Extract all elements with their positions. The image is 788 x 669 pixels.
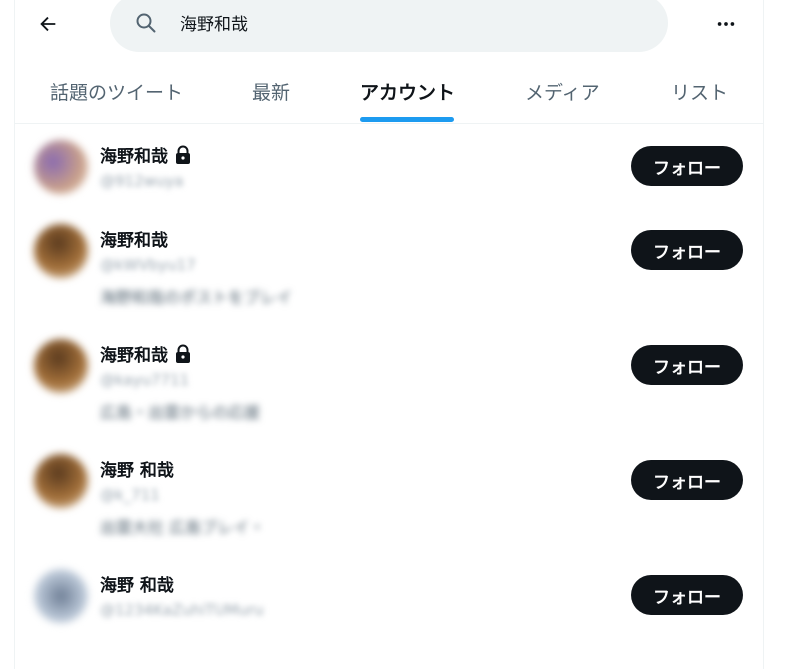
display-name[interactable]: 海野和哉 bbox=[100, 341, 168, 366]
tab-accounts[interactable]: アカウント bbox=[360, 60, 455, 124]
name-line: 海野 和哉 bbox=[100, 456, 174, 481]
user-cell[interactable]: 海野和哉 @kayu7711 広島・出雲からの応援 フォロー bbox=[14, 329, 764, 429]
arrow-left-icon bbox=[40, 16, 56, 32]
avatar[interactable] bbox=[34, 339, 88, 393]
search-input[interactable] bbox=[180, 4, 650, 40]
user-handle: @1234KaZuhiTUMuru bbox=[100, 601, 264, 619]
avatar[interactable] bbox=[34, 454, 88, 508]
display-name[interactable]: 海野和哉 bbox=[100, 142, 168, 167]
back-button[interactable] bbox=[28, 4, 68, 44]
user-cell[interactable]: 海野 和哉 @k_711 出雲大社 広島ブレイ・ フォロー bbox=[14, 444, 764, 544]
tab-latest[interactable]: 最新 bbox=[252, 60, 290, 124]
search-header bbox=[0, 0, 788, 56]
name-line: 海野和哉 bbox=[100, 341, 192, 366]
user-bio: 出雲大社 広島ブレイ・ bbox=[100, 518, 266, 537]
user-bio: 海野和哉のポストをブレイ bbox=[100, 288, 293, 307]
user-handle: @kWVbyu17 bbox=[100, 256, 196, 274]
follow-button[interactable]: フォロー bbox=[631, 460, 743, 500]
display-name[interactable]: 海野 和哉 bbox=[100, 571, 174, 596]
active-tab-indicator bbox=[360, 117, 454, 122]
avatar[interactable] bbox=[34, 569, 88, 623]
tab-top[interactable]: 話題のツイート bbox=[50, 60, 183, 124]
user-handle: @kayu7711 bbox=[100, 371, 190, 389]
name-line: 海野和哉 bbox=[100, 226, 168, 251]
display-name[interactable]: 海野 和哉 bbox=[100, 456, 174, 481]
tab-lists[interactable]: リスト bbox=[671, 60, 728, 124]
search-icon bbox=[136, 13, 156, 33]
search-tabs: 話題のツイート 最新 アカウント メディア リスト bbox=[14, 60, 764, 124]
lock-icon bbox=[176, 145, 190, 164]
display-name[interactable]: 海野和哉 bbox=[100, 226, 168, 251]
user-handle: @k_711 bbox=[100, 486, 160, 504]
user-handle: @912wuya bbox=[100, 172, 184, 190]
user-bio: 広島・出雲からの応援 bbox=[100, 403, 261, 422]
user-cell[interactable]: 海野和哉 @kWVbyu17 海野和哉のポストをブレイ フォロー bbox=[14, 214, 764, 314]
follow-button[interactable]: フォロー bbox=[631, 146, 743, 186]
follow-button[interactable]: フォロー bbox=[631, 345, 743, 385]
more-options-button[interactable] bbox=[706, 4, 746, 44]
lock-icon bbox=[176, 344, 190, 363]
follow-button[interactable]: フォロー bbox=[631, 575, 743, 615]
name-line: 海野 和哉 bbox=[100, 571, 174, 596]
avatar[interactable] bbox=[34, 224, 88, 278]
name-line: 海野和哉 bbox=[100, 142, 192, 167]
user-cell[interactable]: 海野 和哉 @1234KaZuhiTUMuru フォロー bbox=[14, 559, 764, 659]
search-box[interactable] bbox=[110, 0, 668, 52]
tab-media[interactable]: メディア bbox=[525, 60, 600, 124]
avatar[interactable] bbox=[34, 140, 88, 194]
ellipsis-icon bbox=[717, 22, 735, 26]
follow-button[interactable]: フォロー bbox=[631, 230, 743, 270]
